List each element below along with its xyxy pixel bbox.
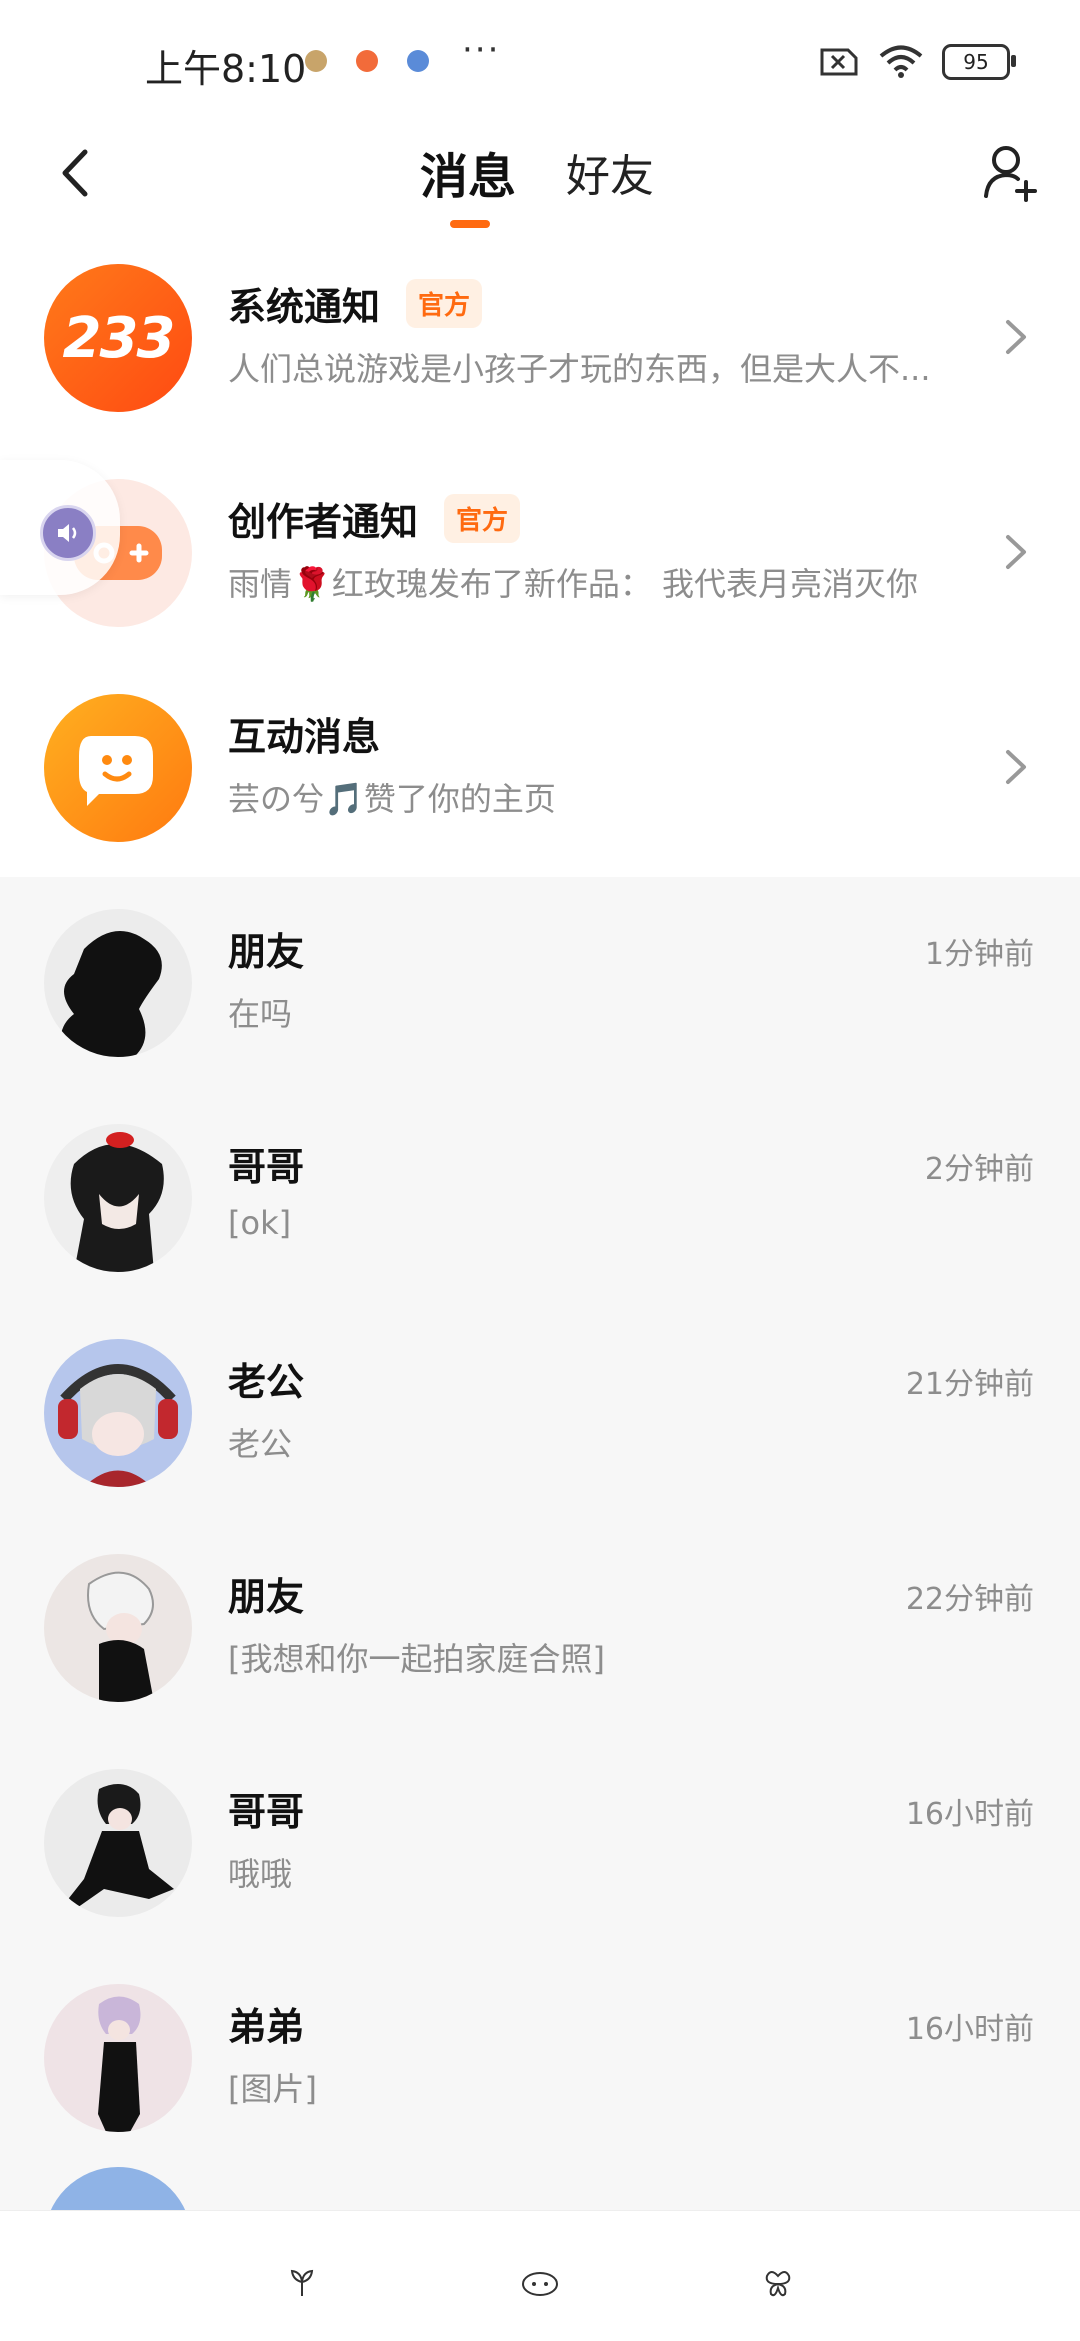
chat-time: 16小时前 xyxy=(905,2012,1034,2047)
chat-preview: [我想和你一起拍家庭合照] xyxy=(228,1640,605,1678)
chat-row[interactable]: 朋友 [我想和你一起拍家庭合照] 22分钟前 xyxy=(0,1522,1080,1737)
chat-name: 朋友 xyxy=(228,930,305,974)
official-badge: 官方 xyxy=(444,494,521,543)
butterfly-icon xyxy=(765,2271,791,2297)
chat-time: 21分钟前 xyxy=(905,1367,1034,1402)
avatar xyxy=(44,1339,192,1487)
chevron-right-icon xyxy=(1006,320,1026,354)
nav-discover[interactable] xyxy=(756,2261,800,2305)
back-arrow-icon xyxy=(62,149,88,197)
chat-row[interactable]: 哥哥 哦哦 16小时前 xyxy=(0,1737,1080,1952)
battery-icon: 95 xyxy=(942,44,1016,80)
status-bar: 上午8:10 ··· 95 xyxy=(0,0,1080,120)
notification-list: 233 系统通知 官方 人们总说游戏是小孩子才玩的东西，但是大人不... 创作者… xyxy=(0,232,1080,877)
chat-row[interactable]: 朋友 在吗 1分钟前 xyxy=(0,877,1080,1092)
chat-time: 22分钟前 xyxy=(905,1582,1034,1617)
avatar xyxy=(44,1124,192,1272)
wifi-icon xyxy=(879,45,923,78)
chat-preview: 在吗 xyxy=(228,995,293,1033)
more-notifications-icon: ··· xyxy=(462,30,501,70)
chat-name: 弟弟 xyxy=(228,2005,305,2049)
chat-name: 老公 xyxy=(228,1360,305,1404)
creator-notice-row[interactable]: 创作者通知 官方 雨情🌹红玫瑰发布了新作品： 我代表月亮消灭你 xyxy=(0,447,1080,662)
add-friend-button[interactable] xyxy=(974,134,1050,210)
back-button[interactable] xyxy=(40,138,110,208)
chat-time: 1分钟前 xyxy=(924,937,1034,972)
row-title: 创作者通知 xyxy=(228,500,419,544)
tab-messages[interactable]: 消息 xyxy=(420,132,516,212)
tab-friends[interactable]: 好友 xyxy=(566,132,654,212)
interaction-messages-row[interactable]: 互动消息 芸の兮🎵赞了你的主页 xyxy=(0,662,1080,877)
status-time: 上午8:10 xyxy=(145,47,307,91)
character-face-icon xyxy=(522,2272,558,2296)
avatar xyxy=(44,1984,192,2132)
system-notice-avatar: 233 xyxy=(44,264,192,412)
chat-row[interactable]: 哥哥 [ok] 2分钟前 xyxy=(0,1092,1080,1307)
row-preview: 雨情🌹红玫瑰发布了新作品： 我代表月亮消灭你 xyxy=(228,565,919,603)
system-notice-row[interactable]: 233 系统通知 官方 人们总说游戏是小孩子才玩的东西，但是大人不... xyxy=(0,232,1080,447)
chat-preview: 老公 xyxy=(228,1425,293,1463)
sprout-icon xyxy=(290,2269,314,2296)
avatar xyxy=(44,1554,192,1702)
chat-time: 2分钟前 xyxy=(924,1152,1034,1187)
chat-row[interactable]: 弟弟 [图片] 16小时前 xyxy=(0,1952,1080,2167)
chevron-right-icon xyxy=(1006,750,1026,784)
logo-233-icon: 233 xyxy=(62,305,176,371)
row-preview: 人们总说游戏是小孩子才玩的东西，但是大人不... xyxy=(228,350,931,388)
chat-name: 哥哥 xyxy=(228,1145,305,1189)
row-preview: 芸の兮🎵赞了你的主页 xyxy=(228,780,556,818)
add-user-icon xyxy=(984,146,1037,202)
chat-time: 16小时前 xyxy=(905,1797,1034,1832)
nav-game[interactable] xyxy=(518,2261,562,2305)
chat-row[interactable]: 老公 老公 21分钟前 xyxy=(0,1307,1080,1522)
chat-preview: 哦哦 xyxy=(228,1855,293,1893)
avatar xyxy=(44,1769,192,1917)
chat-list: 朋友 在吗 1分钟前 哥哥 [ok] 2分钟前 老公 老公 21分钟前 朋友 [… xyxy=(0,877,1080,2315)
row-title: 互动消息 xyxy=(228,715,381,759)
nav-home[interactable] xyxy=(280,2261,324,2305)
row-title: 系统通知 xyxy=(228,285,381,329)
avatar xyxy=(44,909,192,1057)
bottom-nav xyxy=(0,2210,1080,2341)
chevron-right-icon xyxy=(1006,535,1026,569)
official-badge: 官方 xyxy=(406,279,483,328)
active-tab-indicator xyxy=(450,220,490,228)
app-notification-icon xyxy=(407,50,429,72)
header: 消息 好友 xyxy=(0,120,1080,233)
sim-off-icon xyxy=(820,48,858,76)
interaction-messages-avatar xyxy=(44,694,192,842)
chat-preview: [图片] xyxy=(228,2070,317,2108)
app-notification-icon xyxy=(356,50,378,72)
app-notification-icon xyxy=(305,50,327,72)
speaker-icon[interactable] xyxy=(40,505,96,561)
chat-name: 哥哥 xyxy=(228,1790,305,1834)
chat-bubble-icon xyxy=(79,736,153,806)
chat-preview: [ok] xyxy=(228,1204,292,1242)
chat-name: 朋友 xyxy=(228,1575,305,1619)
